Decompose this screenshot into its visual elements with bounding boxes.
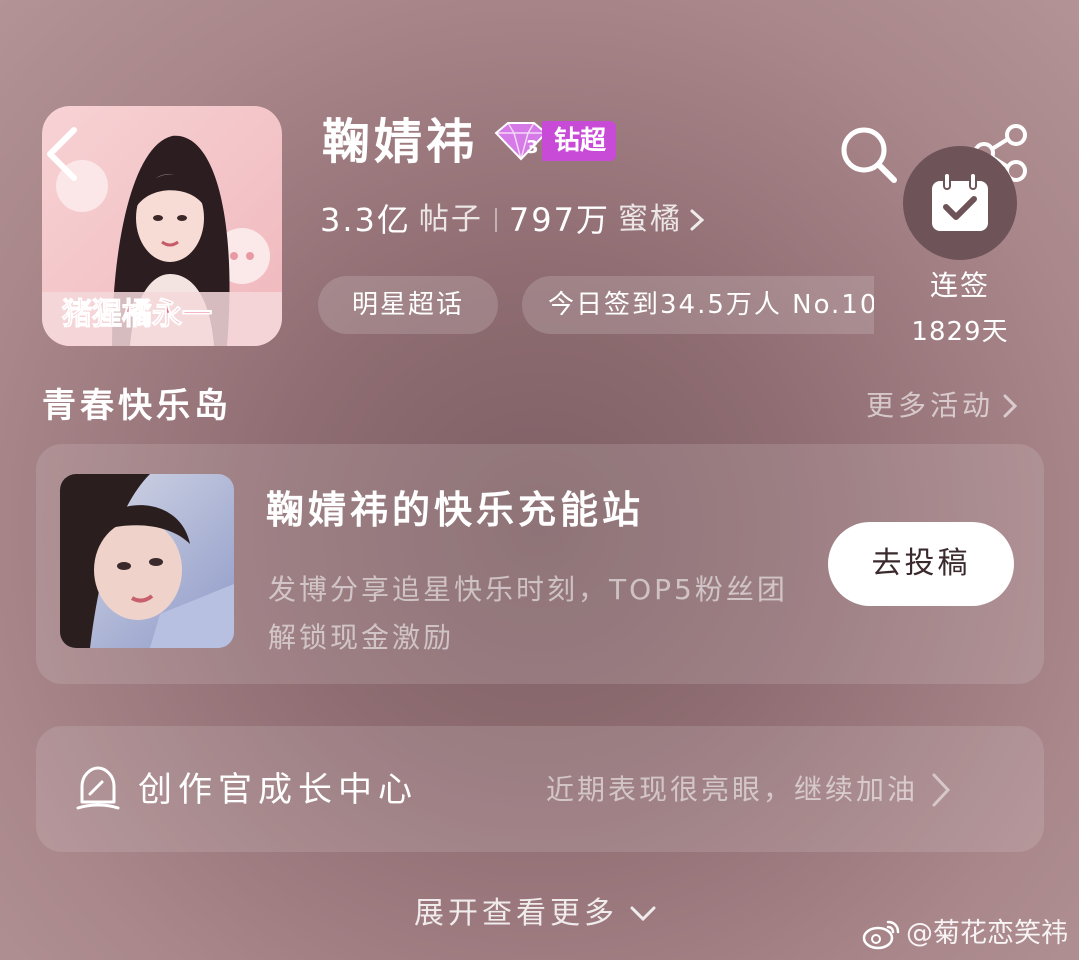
watermark-text: @菊花恋笑祎 <box>906 918 1068 949</box>
creator-status-text: 近期表现很亮眼，继续加油 <box>546 773 919 806</box>
creator-center-title: 创作官成长中心 <box>138 770 418 810</box>
checkin-days: 1829天 <box>911 317 1009 347</box>
back-arrow-icon <box>47 127 77 181</box>
search-icon <box>841 127 897 183</box>
topic-stats[interactable]: 3.3亿 帖子 797万 蜜橘 <box>320 196 706 244</box>
checkin-button[interactable] <box>903 146 1017 260</box>
svg-text:3: 3 <box>526 137 539 158</box>
more-activities-label: 更多活动 <box>866 389 995 422</box>
calendar-check-icon <box>932 172 988 231</box>
expand-more-button[interactable]: 展开查看更多 <box>414 890 658 938</box>
section-title: 青春快乐岛 <box>42 386 232 426</box>
activity-thumbnail <box>60 474 234 648</box>
watermark: @菊花恋笑祎 <box>862 914 1068 954</box>
checkin-label: 连签 <box>929 269 990 302</box>
back-button[interactable] <box>40 124 84 184</box>
badge-label: 钻超 <box>542 121 617 161</box>
activity-description: 发博分享追星快乐时刻，TOP5粉丝团解锁现金激励 <box>268 573 788 654</box>
chevron-right-icon <box>1003 394 1018 418</box>
activity-title: 鞠婧祎的快乐充能站 <box>266 488 645 532</box>
creator-status[interactable]: 近期表现很亮眼，继续加油 <box>546 766 952 814</box>
fans-label: 蜜橘 <box>618 202 682 237</box>
creator-pen-icon <box>76 764 120 812</box>
page-title: 鞠婧祎 <box>322 114 479 170</box>
cover-caption: 猪猩橘永一 <box>62 297 212 332</box>
chevron-right-icon <box>690 209 705 231</box>
search-button[interactable] <box>838 124 900 186</box>
category-chip[interactable]: 明星超话 <box>318 276 498 334</box>
more-activities-link[interactable]: 更多活动 <box>866 386 1018 426</box>
level-badge[interactable]: 3 钻超 <box>490 120 617 162</box>
weibo-logo-icon <box>862 920 900 950</box>
submit-post-button[interactable]: 去投稿 <box>828 522 1014 606</box>
posts-count: 3.3亿 <box>320 201 411 239</box>
expand-label: 展开查看更多 <box>414 896 618 931</box>
fans-count: 797万 <box>508 201 610 239</box>
stats-divider <box>494 208 497 232</box>
activity-photo <box>60 474 234 648</box>
chevron-down-icon <box>630 906 656 922</box>
checkin-rank-chip[interactable]: 今日签到34.5万人 No.10 <box>522 276 874 334</box>
diamond-level-icon: 3 <box>494 122 548 161</box>
chevron-right-icon <box>932 773 951 807</box>
posts-label: 帖子 <box>418 202 483 237</box>
